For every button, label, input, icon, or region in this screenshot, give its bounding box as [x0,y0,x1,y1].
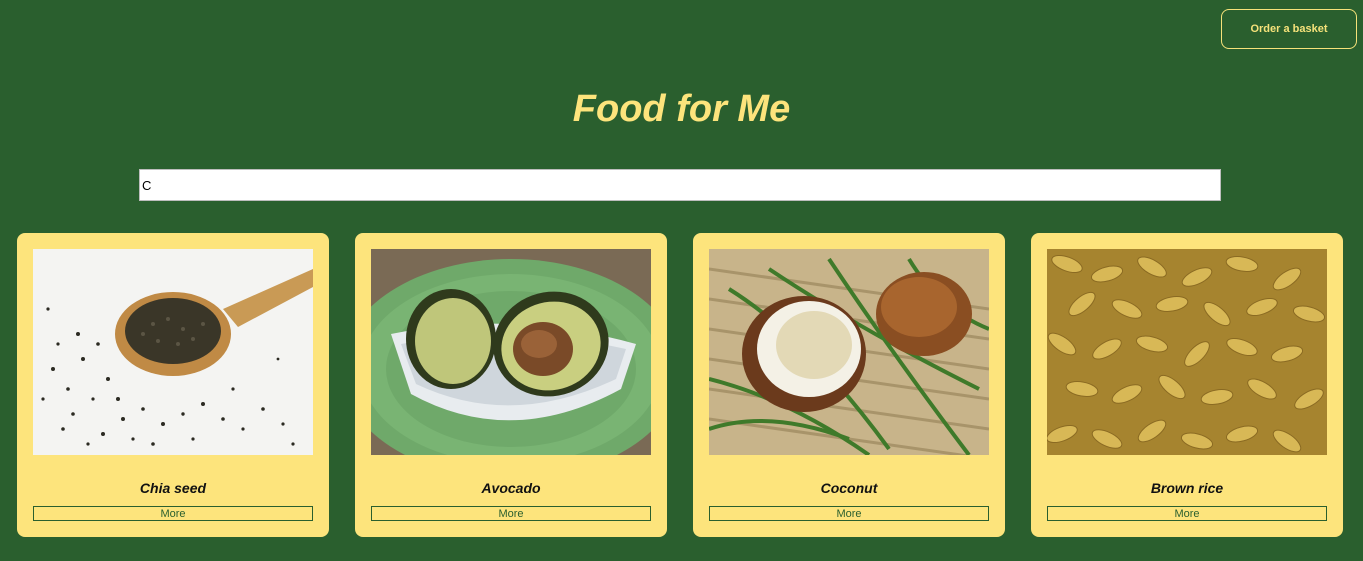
page-title: Food for Me [572,88,791,130]
food-card: Coconut More [693,233,1005,537]
page: Order a basket Food for Me C Chia seed M… [0,0,1363,561]
food-card: Avocado More [355,233,667,537]
food-card-name: Avocado [481,480,541,496]
more-button[interactable]: More [371,506,651,521]
more-button[interactable]: More [1047,506,1327,521]
food-card-name: Chia seed [139,480,207,496]
more-button[interactable]: More [709,506,989,521]
coconut-image [709,249,989,455]
search-input[interactable] [139,169,1221,201]
chia-seed-image [33,249,313,455]
food-card: Brown rice More [1031,233,1343,537]
food-card-list: Chia seed More Avocado More Coconut More… [17,233,1343,537]
brown-rice-image [1047,249,1327,455]
avocado-image [371,249,651,455]
food-card: Chia seed More [17,233,329,537]
more-button[interactable]: More [33,506,313,521]
food-card-name: Brown rice [1150,480,1224,496]
food-card-name: Coconut [820,480,878,496]
order-basket-button[interactable]: Order a basket [1221,9,1357,49]
